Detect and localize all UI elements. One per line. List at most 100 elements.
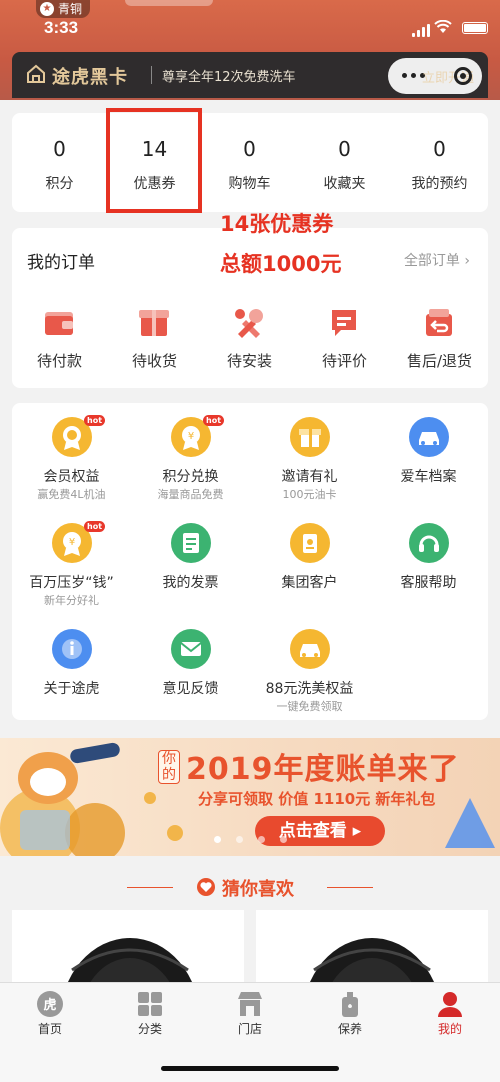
hot-badge: hot xyxy=(84,415,106,426)
house-crown-icon xyxy=(27,64,45,83)
store-icon xyxy=(238,992,262,1016)
order-to-install[interactable]: 待安装 xyxy=(202,306,297,376)
vip-title: 途虎黑卡 xyxy=(52,67,128,88)
stat-favorites[interactable]: 0 收藏夹 xyxy=(297,113,392,212)
badge-icon xyxy=(290,523,330,563)
battery-icon xyxy=(462,22,488,34)
tab-label: 保养 xyxy=(337,1022,362,1036)
highlight-box xyxy=(106,108,202,213)
order-label: 待评价 xyxy=(321,352,367,370)
service-label: 意见反馈 xyxy=(162,681,219,697)
service-label: 会员权益 xyxy=(43,469,100,485)
banner-subtitle: 分享可领取 价值 1110元 新年礼包 xyxy=(198,790,436,808)
product-card[interactable] xyxy=(256,910,488,990)
return-icon xyxy=(426,309,452,336)
order-after-sales[interactable]: 售后/退货 xyxy=(392,306,487,376)
carousel-dot[interactable] xyxy=(214,836,221,843)
close-miniprogram-icon[interactable] xyxy=(454,67,472,85)
wallet-icon xyxy=(45,312,73,335)
svg-text:¥: ¥ xyxy=(188,431,194,442)
view-bill-button[interactable]: 点击查看 ▸ xyxy=(255,816,385,846)
vip-description: 尊享全年12次免费洗车 xyxy=(162,70,296,85)
user-icon xyxy=(438,992,462,1017)
tab-store[interactable]: 门店 xyxy=(200,983,300,1043)
stat-label: 收藏夹 xyxy=(323,176,366,192)
service-new-year-money[interactable]: ¥ hot 百万压岁“钱” 新年分好礼 xyxy=(12,509,131,609)
order-label: 待收货 xyxy=(131,352,177,370)
car-wash-icon xyxy=(290,629,330,669)
tab-label: 门店 xyxy=(237,1022,262,1036)
divider xyxy=(127,887,173,888)
annotation-line-1: 14张优惠券 xyxy=(220,212,334,236)
tab-mine[interactable]: 我的 xyxy=(400,983,500,1043)
notch-pill xyxy=(125,0,213,6)
divider xyxy=(327,887,373,888)
carousel-dot[interactable] xyxy=(258,836,265,843)
service-label: 我的发票 xyxy=(162,575,219,591)
hot-badge: hot xyxy=(84,521,106,532)
order-label: 售后/退货 xyxy=(406,352,473,370)
carousel-dot[interactable] xyxy=(236,836,243,843)
service-sub: 海量商品免费 xyxy=(157,488,224,501)
service-help[interactable]: 客服帮助 xyxy=(369,509,488,609)
stat-value: 0 xyxy=(433,137,446,161)
order-pending-payment[interactable]: 待付款 xyxy=(12,306,107,376)
service-about[interactable]: 关于途虎 xyxy=(12,615,131,715)
tab-label: 我的 xyxy=(437,1022,462,1036)
service-invoice[interactable]: 我的发票 xyxy=(131,509,250,609)
stat-value: 0 xyxy=(338,137,351,161)
grid-icon xyxy=(138,992,162,1016)
service-sub: 新年分好礼 xyxy=(44,594,99,607)
stat-cart[interactable]: 0 购物车 xyxy=(202,113,297,212)
tab-maintenance[interactable]: 保养 xyxy=(300,983,400,1043)
service-points-exchange[interactable]: ¥ hot 积分兑换 海量商品免费 xyxy=(131,403,250,503)
stat-appointments[interactable]: 0 我的预约 xyxy=(392,113,487,212)
service-label: 百万压岁“钱” xyxy=(29,575,114,591)
tab-home[interactable]: 虎 首页 xyxy=(0,983,100,1043)
banner-prefix: 你的 xyxy=(158,750,180,784)
clock: 3:33 xyxy=(44,18,79,37)
home-indicator[interactable] xyxy=(161,1066,339,1071)
tab-category[interactable]: 分类 xyxy=(100,983,200,1043)
all-orders-link[interactable]: 全部订单 › xyxy=(404,250,470,270)
tire-image xyxy=(64,938,196,990)
service-label: 爱车档案 xyxy=(400,469,457,485)
mail-icon xyxy=(171,629,211,669)
service-label: 集团客户 xyxy=(281,575,338,591)
service-feedback[interactable]: 意见反馈 xyxy=(131,615,250,715)
annotation-line-2: 总额1000元 xyxy=(220,252,342,276)
miniprogram-capsule[interactable]: 立即开通 xyxy=(388,58,482,94)
recommendations-header: 猜你喜欢 xyxy=(0,872,500,902)
service-invite[interactable]: 邀请有礼 100元油卡 xyxy=(250,403,369,503)
service-car-wash[interactable]: 88元洗美权益 一键免费领取 xyxy=(250,615,369,715)
service-label: 关于途虎 xyxy=(43,681,100,697)
service-sub: 100元油卡 xyxy=(282,488,337,501)
services-grid: hot 会员权益 赢免费4L机油 ¥ hot 积分兑换 海量商品免费 邀请有礼 … xyxy=(12,403,488,720)
stat-value: 0 xyxy=(243,137,256,161)
carousel-dot[interactable] xyxy=(280,836,287,843)
tire-image xyxy=(306,938,438,990)
service-label: 积分兑换 xyxy=(162,469,219,485)
stat-label: 积分 xyxy=(45,176,74,192)
stat-label: 我的预约 xyxy=(411,176,468,192)
app-icon: ★ xyxy=(40,2,54,16)
banner-headline: 2019年度账单来了 xyxy=(186,752,460,787)
service-member-benefits[interactable]: hot 会员权益 赢免费4L机油 xyxy=(12,403,131,503)
service-label: 邀请有礼 xyxy=(281,469,338,485)
order-label: 待付款 xyxy=(36,352,82,370)
car-icon xyxy=(409,417,449,457)
package-icon xyxy=(139,310,169,336)
order-to-review[interactable]: 待评价 xyxy=(297,306,392,376)
tab-label: 分类 xyxy=(137,1022,162,1036)
chevron-right-icon: › xyxy=(464,253,470,269)
info-icon xyxy=(52,629,92,669)
product-card[interactable] xyxy=(12,910,244,990)
back-to-app[interactable]: ★ 青铜 xyxy=(36,0,91,18)
service-car-profile[interactable]: 爱车档案 xyxy=(369,403,488,503)
signal-icon xyxy=(412,24,430,37)
svg-text:¥: ¥ xyxy=(69,537,75,548)
order-to-receive[interactable]: 待收货 xyxy=(107,306,202,376)
divider xyxy=(151,66,152,84)
service-group-client[interactable]: 集团客户 xyxy=(250,509,369,609)
stat-points[interactable]: 0 积分 xyxy=(12,113,107,212)
